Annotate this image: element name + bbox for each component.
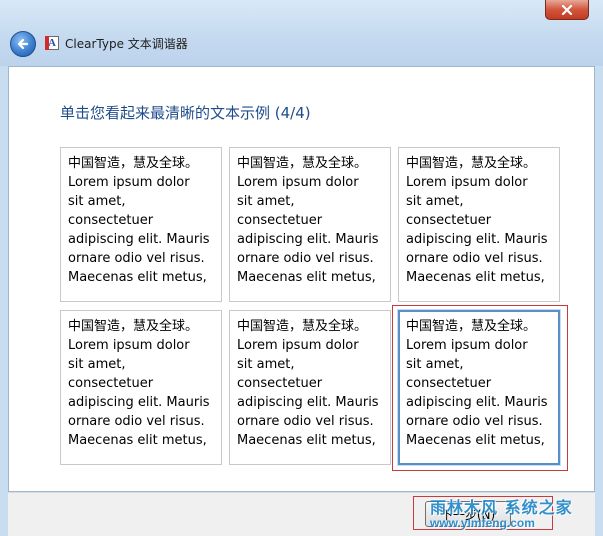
sample-latin-text: Lorem ipsum dolor sit amet, consectetuer… (237, 175, 379, 285)
sample-latin-text: Lorem ipsum dolor sit amet, consectetuer… (68, 175, 210, 285)
back-button[interactable] (10, 31, 36, 57)
window-title: ClearType 文本调谐器 (65, 37, 188, 51)
text-sample-6-selected[interactable]: 中国智造，慧及全球。 Lorem ipsum dolor sit amet, c… (398, 310, 560, 465)
sample-latin-text: Lorem ipsum dolor sit amet, consectetuer… (68, 338, 210, 448)
text-sample-5[interactable]: 中国智造，慧及全球。 Lorem ipsum dolor sit amet, c… (229, 310, 391, 465)
sample-chinese-text: 中国智造，慧及全球。 (406, 156, 537, 171)
next-button[interactable]: 下一步(N) (425, 501, 511, 527)
sample-chinese-text: 中国智造，慧及全球。 (68, 319, 199, 334)
sample-chinese-text: 中国智造，慧及全球。 (237, 319, 368, 334)
sample-chinese-text: 中国智造，慧及全球。 (237, 156, 368, 171)
dialog-footer: 下一步(N) (8, 492, 595, 536)
page-heading: 单击您看起来最清晰的文本示例 (4/4) (60, 104, 311, 122)
sample-chinese-text: 中国智造，慧及全球。 (406, 319, 537, 334)
text-sample-2[interactable]: 中国智造，慧及全球。 Lorem ipsum dolor sit amet, c… (229, 147, 391, 302)
sample-latin-text: Lorem ipsum dolor sit amet, consectetuer… (406, 338, 548, 448)
back-arrow-icon (17, 38, 29, 50)
text-sample-4[interactable]: 中国智造，慧及全球。 Lorem ipsum dolor sit amet, c… (60, 310, 222, 465)
content-pane: 单击您看起来最清晰的文本示例 (4/4) 中国智造，慧及全球。 Lorem ip… (8, 66, 595, 492)
text-sample-3[interactable]: 中国智造，慧及全球。 Lorem ipsum dolor sit amet, c… (398, 147, 560, 302)
window-titlebar: A ClearType 文本调谐器 (0, 0, 603, 66)
cleartype-app-icon: A (45, 36, 59, 50)
sample-latin-text: Lorem ipsum dolor sit amet, consectetuer… (406, 175, 548, 285)
sample-chinese-text: 中国智造，慧及全球。 (68, 156, 199, 171)
close-button[interactable] (545, 0, 589, 20)
sample-latin-text: Lorem ipsum dolor sit amet, consectetuer… (237, 338, 379, 448)
close-icon (561, 4, 573, 15)
text-sample-1[interactable]: 中国智造，慧及全球。 Lorem ipsum dolor sit amet, c… (60, 147, 222, 302)
